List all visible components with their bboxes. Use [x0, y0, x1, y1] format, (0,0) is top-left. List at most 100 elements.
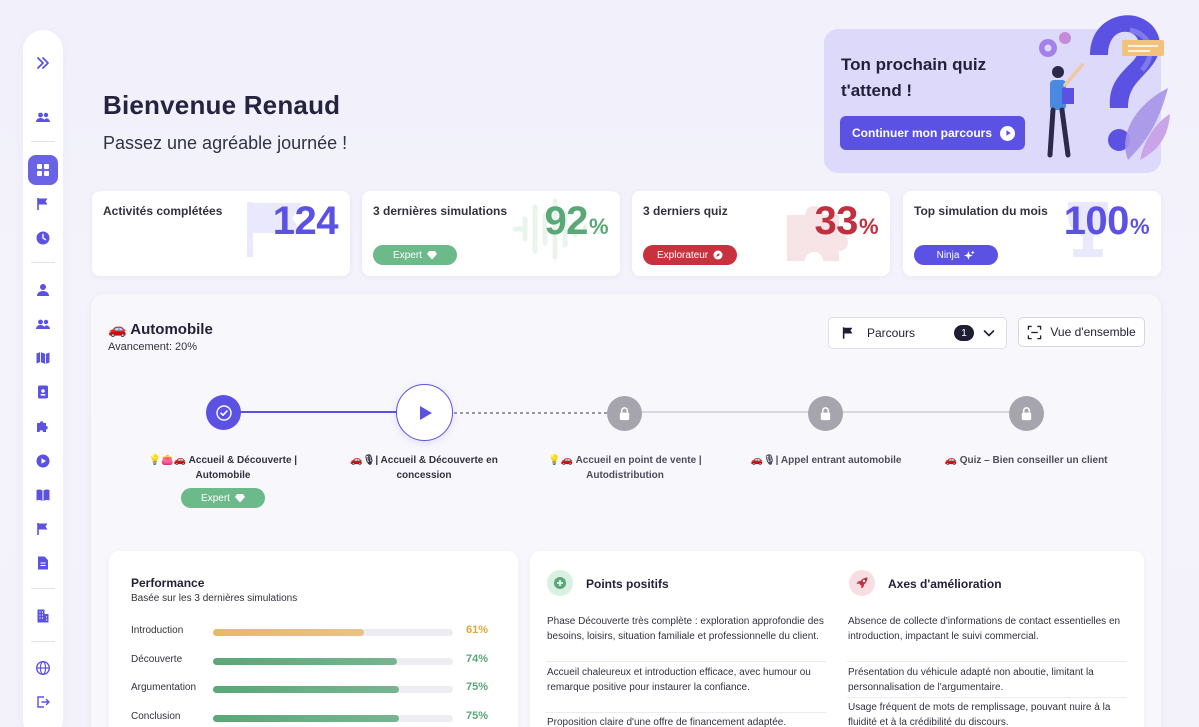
improvement-point: Présentation du véhicule adapté non abou… [848, 667, 1094, 693]
rocket-icon [849, 570, 875, 596]
positive-points-title: Points positifs [586, 577, 669, 591]
positive-point: Phase Découverte très complète : explora… [547, 616, 824, 642]
stat-value: 92% [544, 199, 608, 243]
performance-row-value: 74% [466, 653, 489, 665]
level-badge: Explorateur [643, 245, 738, 265]
sidebar-divider [31, 141, 55, 142]
expand-sidebar-button[interactable] [28, 48, 58, 78]
sidebar-item-modules[interactable] [28, 411, 58, 441]
overview-label: Vue d'ensemble [1050, 325, 1136, 339]
plus-circle-icon [547, 570, 573, 596]
parcours-select[interactable]: Parcours 1 [828, 317, 1007, 349]
welcome-title: Bienvenue Renaud [103, 90, 341, 120]
users-group-icon [36, 319, 50, 329]
book-icon [36, 489, 50, 501]
puzzle-icon [37, 421, 48, 432]
stat-label: 3 dernières simulations [373, 204, 508, 218]
chevron-double-right-icon [37, 57, 49, 69]
check-icon [215, 404, 232, 421]
performance-bar-fill [213, 629, 364, 636]
user-icon [37, 284, 49, 296]
logout-button[interactable] [28, 687, 58, 717]
performance-bar-fill [213, 715, 399, 722]
welcome-subtitle: Passez une agréable journée ! [103, 133, 348, 153]
positive-point: Accueil chaleureux et introduction effic… [547, 667, 811, 693]
compass-icon [713, 250, 723, 260]
sidebar-item-parcours[interactable] [28, 189, 58, 219]
lock-icon [619, 407, 630, 421]
sidebar-item-users[interactable] [28, 102, 58, 132]
lock-icon [820, 407, 831, 421]
dashboard-grid-icon [37, 164, 49, 176]
sidebar-item-map[interactable] [28, 343, 58, 373]
parcours-select-label: Parcours [867, 326, 916, 340]
divider [546, 661, 826, 662]
focus-frame-icon [1028, 325, 1042, 339]
sidebar-item-dashboard[interactable] [28, 155, 58, 185]
stat-card-quiz: 3 derniers quiz 33% Explorateur [632, 191, 890, 276]
performance-bar-track [213, 629, 453, 636]
divider [847, 661, 1127, 662]
step-label[interactable]: 💡👛🚗 Accueil & Découverte | Automobile [133, 453, 313, 483]
step-label: 🚗🎙| Appel entrant automobile [750, 455, 902, 466]
performance-row-label: Argumentation [131, 682, 197, 693]
chevron-down-icon [983, 330, 995, 337]
sidebar-item-documents[interactable] [28, 548, 58, 578]
timeline-progress-line [224, 411, 424, 413]
step-label: 💡🚗 Accueil en point de vente | Autodistr… [548, 455, 702, 481]
document-icon [38, 556, 48, 570]
sidebar-item-objectives[interactable] [28, 514, 58, 544]
sidebar-divider [31, 641, 55, 642]
overview-button[interactable]: Vue d'ensemble [1018, 317, 1145, 347]
stat-label: Activités complétées [103, 204, 223, 218]
language-button[interactable] [28, 653, 58, 683]
step-label[interactable]: 🚗🎙| Accueil & Découverte en concession [334, 453, 514, 483]
sidebar-item-badge[interactable] [28, 377, 58, 407]
performance-title: Performance [131, 576, 205, 590]
performance-row-value: 61% [466, 624, 489, 636]
step-done-marker[interactable] [206, 395, 241, 430]
sidebar-item-company[interactable] [28, 601, 58, 631]
level-badge: Expert [373, 245, 457, 265]
timeline-line-dashed [424, 412, 624, 414]
sidebar-item-profile[interactable] [28, 275, 58, 305]
users-icon [36, 112, 50, 122]
next-quiz-title: Ton prochain quiz t'attend ! [841, 55, 987, 100]
sidebar-item-team[interactable] [28, 309, 58, 339]
positive-point: Proposition claire d'une offre de financ… [547, 717, 787, 727]
performance-bar-track [213, 715, 453, 722]
step-locked-marker [1009, 396, 1044, 431]
step-current-play-button[interactable] [396, 384, 453, 441]
performance-row-value: 75% [466, 710, 489, 722]
stat-card-simulations: 3 dernières simulations 92% Expert [362, 191, 620, 276]
parcours-count-badge: 1 [954, 325, 974, 341]
divider [546, 712, 826, 713]
performance-bar-track [213, 658, 453, 665]
performance-bar-fill [213, 686, 399, 693]
stat-label: Top simulation du mois [914, 204, 1048, 218]
performance-row-value: 75% [466, 681, 489, 693]
clock-icon [36, 231, 50, 245]
sidebar-item-videos[interactable] [28, 446, 58, 476]
logout-icon [37, 696, 50, 708]
flag-icon [842, 327, 853, 339]
quiz-illustration [1039, 15, 1170, 160]
flag-icon [37, 198, 48, 210]
diamond-icon [234, 494, 245, 503]
continue-parcours-label: Continuer mon parcours [852, 126, 993, 140]
map-icon [36, 352, 50, 365]
stat-card-activities: Activités complétées 124 [92, 191, 350, 276]
continue-parcours-button[interactable]: Continuer mon parcours [840, 116, 1026, 150]
play-circle-icon [36, 454, 50, 468]
improvement-point: Absence de collecte d'informations de co… [848, 616, 1121, 642]
sidebar-item-library[interactable] [28, 480, 58, 510]
lock-icon [1021, 407, 1032, 421]
stat-value: 100% [1063, 199, 1150, 243]
diamond-icon [426, 251, 437, 260]
id-badge-icon [38, 385, 48, 399]
step-locked-marker [607, 396, 642, 431]
sidebar-item-history[interactable] [28, 223, 58, 253]
step-level-badge: Expert [181, 488, 265, 508]
step-label: 🚗 Quiz – Bien conseiller un client [944, 455, 1108, 466]
performance-subtitle: Basée sur les 3 dernières simulations [131, 593, 298, 604]
